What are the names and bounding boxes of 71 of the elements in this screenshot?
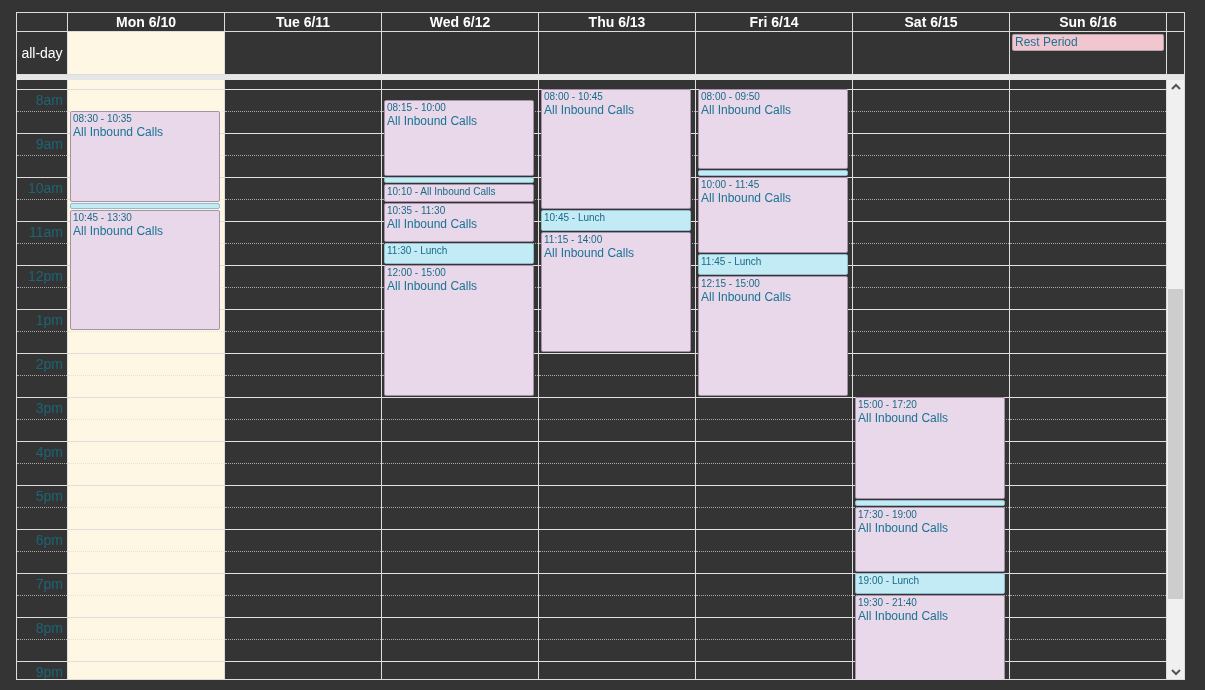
event-time: 08:15 - 10:00 — [387, 101, 447, 114]
event-time: 17:30 - 19:00 — [858, 508, 918, 521]
event-title: All Inbound Calls — [701, 103, 793, 117]
time-label: 7pm — [35, 575, 63, 593]
time-label: 8am — [35, 91, 63, 109]
break-event[interactable] — [698, 169, 848, 176]
time-label: 3pm — [35, 399, 63, 417]
shift-event[interactable]: 19:30 - 21:40 All Inbound Calls — [855, 595, 1005, 679]
event-time: 08:00 - 09:50 — [701, 90, 761, 103]
time-label: 8pm — [35, 619, 63, 637]
break-event[interactable] — [384, 177, 534, 184]
lunch-event[interactable]: 19:00 - Lunch — [855, 573, 1005, 594]
event-time: 08:30 - 10:35 — [73, 112, 133, 125]
shift-event[interactable]: 10:45 - 13:30 All Inbound Calls — [70, 210, 220, 330]
event-title: All Inbound Calls — [73, 224, 165, 238]
shift-event[interactable]: 08:30 - 10:35 All Inbound Calls — [70, 111, 220, 202]
event-title: All Inbound Calls — [544, 246, 636, 260]
event-time: 12:00 - 15:00 — [387, 266, 447, 279]
shift-event[interactable]: 10:35 - 11:30 All Inbound Calls — [384, 202, 534, 242]
lunch-event[interactable]: 11:30 - Lunch — [384, 243, 534, 264]
scrollbar-thumb[interactable] — [1168, 289, 1183, 599]
time-label: 12pm — [27, 267, 63, 285]
day-header: Tue 6/11 — [225, 13, 382, 31]
scrollbar[interactable] — [1167, 80, 1184, 679]
shift-event[interactable]: 08:00 - 09:50 All Inbound Calls — [698, 89, 848, 169]
shift-event[interactable]: 15:00 - 17:20 All Inbound Calls — [855, 397, 1005, 499]
shift-event[interactable]: 12:00 - 15:00 All Inbound Calls — [384, 265, 534, 396]
shift-event[interactable]: 11:15 - 14:00 All Inbound Calls — [541, 232, 691, 352]
event-title: All Inbound Calls — [701, 191, 793, 205]
break-event[interactable] — [855, 499, 1005, 506]
shift-event[interactable]: 10:00 - 11:45 All Inbound Calls — [698, 177, 848, 253]
event-time: 10:35 - 11:30 — [387, 203, 447, 217]
event-time: 12:15 - 15:00 — [701, 277, 761, 290]
time-label: 4pm — [35, 443, 63, 461]
event-title: All Inbound Calls — [544, 103, 636, 117]
event-title: All Inbound Calls — [387, 279, 479, 293]
shift-event[interactable]: 08:00 - 10:45 All Inbound Calls — [541, 89, 691, 209]
event-time: 15:00 - 17:20 — [858, 398, 918, 411]
shift-event[interactable]: 17:30 - 19:00 All Inbound Calls — [855, 507, 1005, 572]
day-header: Fri 6/14 — [696, 13, 853, 31]
day-header: Thu 6/13 — [539, 13, 696, 31]
lunch-event[interactable]: 10:45 - Lunch — [541, 210, 691, 231]
time-label: 2pm — [35, 355, 63, 373]
day-header: Mon 6/10 — [68, 13, 225, 31]
event-title: All Inbound Calls — [858, 411, 950, 425]
time-label: 9am — [35, 135, 63, 153]
shift-event[interactable]: 12:15 - 15:00 All Inbound Calls — [698, 276, 848, 396]
event-time: 10:00 - 11:45 — [701, 178, 761, 191]
time-label: 10am — [27, 179, 63, 197]
time-label: 6pm — [35, 531, 63, 549]
event-time: 08:00 - 10:45 — [544, 90, 604, 103]
shift-event[interactable]: 08:15 - 10:00 All Inbound Calls — [384, 100, 534, 176]
shift-event[interactable]: 10:10 - All Inbound Calls — [384, 184, 534, 202]
lunch-event[interactable]: 11:45 - Lunch — [698, 254, 848, 275]
event-title: All Inbound Calls — [858, 521, 950, 535]
event-title: All Inbound Calls — [387, 114, 479, 128]
event-title: All Inbound Calls — [858, 609, 950, 623]
all-day-event[interactable]: Rest Period — [1012, 34, 1164, 51]
day-header: Wed 6/12 — [382, 13, 539, 31]
event-title: All Inbound Calls — [387, 216, 479, 231]
day-header: Sat 6/15 — [853, 13, 1010, 31]
event-title: All Inbound Calls — [73, 125, 165, 139]
time-label: 1pm — [35, 311, 63, 329]
event-time: 11:15 - 14:00 — [544, 233, 604, 246]
event-time: 19:30 - 21:40 — [858, 596, 918, 609]
day-header: Sun 6/16 — [1010, 13, 1167, 31]
event-time: 10:45 - 13:30 — [73, 211, 133, 224]
time-label: 9pm — [35, 663, 63, 679]
event-title: All Inbound Calls — [701, 290, 793, 304]
time-label: 5pm — [35, 487, 63, 505]
time-label: 11am — [29, 223, 63, 241]
